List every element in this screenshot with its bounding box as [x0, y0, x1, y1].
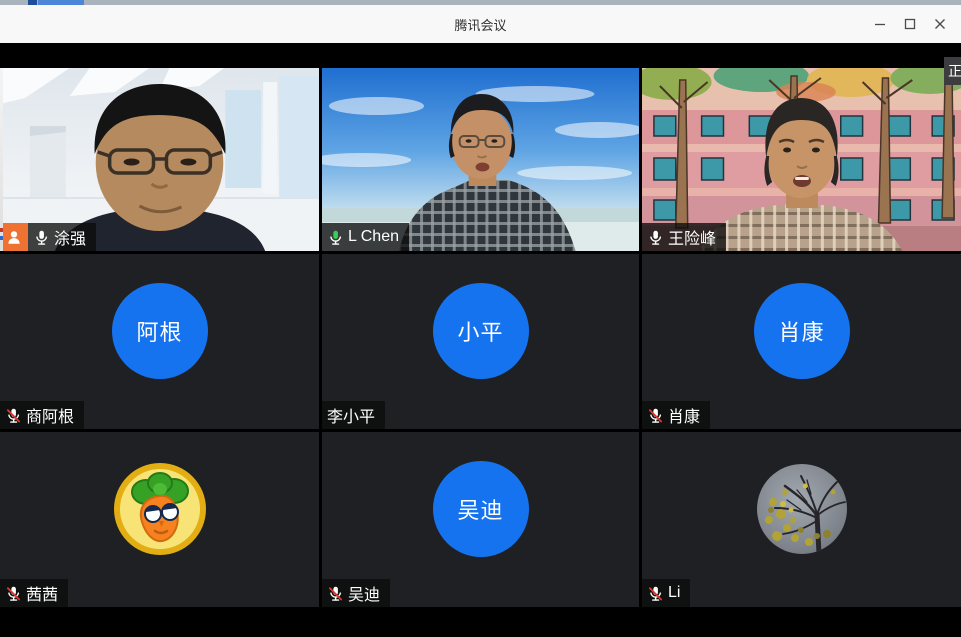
- tile-tuqiang[interactable]: 涂强: [0, 68, 319, 251]
- avatar-initials: 吴迪: [433, 461, 529, 557]
- participant-name: 李小平: [327, 403, 375, 427]
- participant-name: 涂强: [54, 225, 86, 249]
- nameplate: L Chen: [322, 223, 409, 251]
- mic-muted-icon: [647, 585, 664, 602]
- mic-on-icon: [33, 229, 50, 246]
- tile-qianqian[interactable]: 茜茜: [0, 432, 319, 607]
- tile-li[interactable]: Li: [642, 432, 961, 607]
- close-icon: [934, 18, 946, 30]
- minimize-icon: [874, 18, 886, 30]
- sliver-red-dot: [0, 228, 3, 232]
- mic-on-icon: [647, 229, 664, 246]
- avatar-initials: 小平: [433, 283, 529, 379]
- mic-muted-icon: [5, 585, 22, 602]
- mic-speaking-icon: [327, 229, 344, 246]
- minimize-button[interactable]: [865, 9, 895, 39]
- nameplate: 商阿根: [0, 401, 84, 429]
- nameplate: 涂强: [28, 223, 96, 251]
- person-icon: [5, 228, 23, 246]
- nameplate: Li: [642, 579, 690, 607]
- nameplate: 李小平: [322, 401, 385, 429]
- maximize-icon: [904, 18, 916, 30]
- mic-muted-icon: [5, 407, 22, 424]
- sliver-blue-dot: [0, 236, 3, 240]
- participant-name: 吴迪: [348, 581, 380, 605]
- nameplate: 肖康: [642, 401, 710, 429]
- meeting-content: 正: [0, 43, 961, 637]
- participant-name: 王险峰: [668, 225, 716, 249]
- video-grid: 涂强: [0, 68, 961, 607]
- tile-l-chen[interactable]: L Chen: [322, 68, 639, 251]
- background-left-sliver: [0, 68, 3, 251]
- nameplate: 王险峰: [642, 223, 726, 251]
- participant-name: Li: [668, 584, 680, 602]
- tile-wangxianfeng[interactable]: 王险峰: [642, 68, 961, 251]
- title-bar: 腾讯会议: [0, 5, 961, 43]
- mic-muted-icon: [647, 407, 664, 424]
- nameplate: 茜茜: [0, 579, 68, 607]
- tile-shangagen[interactable]: 阿根 商阿根: [0, 254, 319, 429]
- maximize-button[interactable]: [895, 9, 925, 39]
- window-controls: [865, 5, 955, 43]
- participant-name: 茜茜: [26, 581, 58, 605]
- participant-name: 商阿根: [26, 403, 74, 427]
- avatar-initials: 肖康: [754, 283, 850, 379]
- tile-lixiaoping[interactable]: 小平 李小平: [322, 254, 639, 429]
- window-title: 腾讯会议: [454, 15, 506, 34]
- tile-wudi[interactable]: 吴迪 吴迪: [322, 432, 639, 607]
- participant-name: L Chen: [348, 228, 399, 246]
- mic-muted-icon: [327, 585, 344, 602]
- carrot-avatar: [113, 462, 207, 556]
- tile-xiaokang[interactable]: 肖康 肖康: [642, 254, 961, 429]
- nameplate: 吴迪: [322, 579, 390, 607]
- avatar-initials: 阿根: [112, 283, 208, 379]
- close-button[interactable]: [925, 9, 955, 39]
- host-badge: [0, 223, 28, 251]
- speaking-indicator-badge: 正: [944, 57, 961, 85]
- tree-photo-avatar: [757, 464, 847, 554]
- participant-name: 肖康: [668, 403, 700, 427]
